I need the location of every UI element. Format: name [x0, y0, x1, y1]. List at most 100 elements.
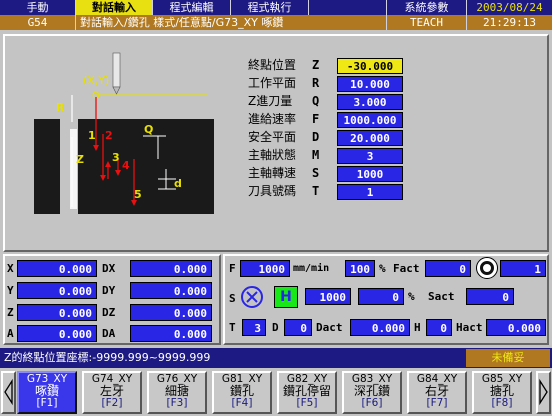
softkey-f8-key: [F8]: [491, 397, 513, 409]
q-label: Q: [144, 123, 153, 136]
softkey-f6-g83[interactable]: G83_XY 深孔鑽 [F6]: [342, 371, 402, 414]
d-label: d: [174, 177, 182, 190]
coord-z-value: 0.000: [17, 304, 97, 321]
softkey-f2-name: 左牙: [99, 384, 124, 398]
param-safe-plane-input[interactable]: 20.000: [337, 130, 403, 146]
tab-program-run[interactable]: 程式執行: [231, 0, 309, 15]
drill-tool: [112, 52, 121, 88]
softkey-f7-g84[interactable]: G84_XY 右牙 [F7]: [407, 371, 467, 414]
dact-label: Dact: [316, 321, 343, 334]
param-code-s: S: [312, 166, 320, 180]
param-label-z-feed: Z進刀量: [248, 94, 293, 108]
fact-value: 0: [425, 260, 471, 277]
coord-y-value: 0.000: [17, 282, 97, 299]
param-spindle-state-input[interactable]: 3: [337, 148, 403, 164]
axis-label-x: X: [7, 262, 14, 275]
z-label: Z: [76, 153, 84, 166]
coord-dz-value: 0.000: [130, 304, 212, 321]
softkey-f1-name: 啄鑽: [34, 384, 59, 398]
h-offset-value: 0: [426, 319, 452, 336]
drilling-diagram: (X,Y) R Z Q d 1 2 3 4 5: [8, 39, 238, 247]
param-label-feed-rate: 進給速率: [248, 112, 297, 126]
prev-page-button[interactable]: [1, 371, 16, 414]
spindle-circle-icon: [476, 257, 498, 279]
spindle-speed-value: 1000: [305, 288, 351, 305]
softkey-f3-g76[interactable]: G76_XY 細搪 [F3]: [147, 371, 207, 414]
softkey-f8-name: 搪孔: [489, 384, 514, 398]
param-code-d: D: [312, 130, 320, 144]
fact-right-value: 1: [500, 260, 546, 277]
next-page-button[interactable]: [536, 371, 551, 414]
softkey-f1-g73[interactable]: G73_XY 啄鑽 [F1]: [17, 371, 77, 414]
param-code-z: Z: [312, 58, 320, 72]
param-label-end-position: 終點位置: [248, 58, 297, 72]
softkey-f2-key: [F2]: [101, 397, 123, 409]
param-end-position-input[interactable]: -30.000: [337, 58, 403, 74]
axis-label-dz: DZ: [102, 306, 116, 319]
param-feed-rate-input[interactable]: 1000.000: [337, 112, 403, 128]
hact-value: 0.000: [486, 319, 546, 336]
feed-label: F: [229, 262, 236, 275]
hact-label: Hact: [456, 321, 483, 334]
softkey-f2-g74[interactable]: G74_XY 左牙 [F2]: [82, 371, 142, 414]
coord-dy-value: 0.000: [130, 282, 212, 299]
tab-dialog-input[interactable]: 對話輸入: [76, 0, 153, 15]
param-z-feed-input[interactable]: 3.000: [337, 94, 403, 110]
axis-label-a: A: [7, 327, 14, 340]
mode-label: TEACH: [387, 15, 467, 30]
feed-override-value: 100: [345, 260, 375, 277]
feed-unit: mm/min: [293, 263, 330, 274]
dact-value: 0.000: [350, 319, 410, 336]
message-text: Z的終點位置座標:-9999.999~9999.999: [4, 351, 211, 364]
spindle-label: S: [229, 292, 236, 305]
softkey-f4-name: 鑽孔: [229, 384, 254, 398]
param-label-work-plane: 工作平面: [248, 76, 297, 90]
fact-label: Fact: [393, 262, 420, 275]
h-indicator-label: H: [280, 289, 292, 305]
r-label: R: [56, 101, 65, 114]
step-5-label: 5: [134, 188, 142, 201]
tool-value: 3: [242, 319, 266, 336]
tab-program-edit[interactable]: 程式編輯: [153, 0, 231, 15]
xy-label: (X,Y): [83, 74, 109, 87]
softkey-f5-key: [F5]: [296, 397, 318, 409]
step-3-label: 3: [112, 151, 120, 164]
softkey-f8-g85[interactable]: G85_XY 搪孔 [F8]: [472, 371, 532, 414]
feed-percent-sign: %: [379, 262, 386, 275]
param-spindle-speed-input[interactable]: 1000: [337, 166, 403, 182]
axis-label-y: Y: [7, 284, 14, 297]
softkey-f6-name: 深孔鑽: [353, 384, 390, 398]
tab-empty: [309, 0, 387, 15]
softkey-f3-name: 細搪: [164, 384, 189, 398]
page-title: 對話輸入/鑽孔 樣式/任意點/G73_XY 啄鑽: [76, 15, 387, 30]
param-tool-number-input[interactable]: 1: [337, 184, 403, 200]
param-code-m: M: [312, 148, 320, 162]
param-work-plane-input[interactable]: 10.000: [337, 76, 403, 92]
param-code-t: T: [312, 184, 320, 198]
axis-label-dx: DX: [102, 262, 116, 275]
coord-dx-value: 0.000: [130, 260, 212, 277]
softkey-f5-name: 鑽孔停留: [282, 384, 331, 398]
step-4-label: 4: [122, 159, 130, 172]
clock-display: 21:29:13: [467, 15, 552, 30]
coord-x-value: 0.000: [17, 260, 97, 277]
softkey-f4-g81[interactable]: G81_XY 鑽孔 [F4]: [212, 371, 272, 414]
param-label-spindle-speed: 主軸轉速: [248, 166, 297, 180]
date-display: 2003/08/24: [467, 0, 552, 15]
axis-label-dy: DY: [102, 284, 116, 297]
param-label-tool-number: 刀具號碼: [248, 184, 297, 198]
softkey-f7-key: [F7]: [426, 397, 448, 409]
coord-da-value: 0.000: [130, 325, 212, 342]
tab-system-params[interactable]: 系統參數: [387, 0, 467, 15]
softkey-f5-g82[interactable]: G82_XY 鑽孔停留 [F5]: [277, 371, 337, 414]
spindle-percent-sign: %: [408, 290, 415, 303]
chevron-left-icon: [4, 378, 13, 406]
coord-a-value: 0.000: [17, 325, 97, 342]
d-offset-value: 0: [284, 319, 312, 336]
axis-label-da: DA: [102, 327, 116, 340]
spindle-stop-icon: [241, 286, 263, 308]
param-label-spindle-state: 主軸狀態: [248, 148, 297, 162]
sact-label: Sact: [428, 290, 455, 303]
tab-manual[interactable]: 手動: [0, 0, 76, 15]
softkey-f4-key: [F4]: [231, 397, 253, 409]
